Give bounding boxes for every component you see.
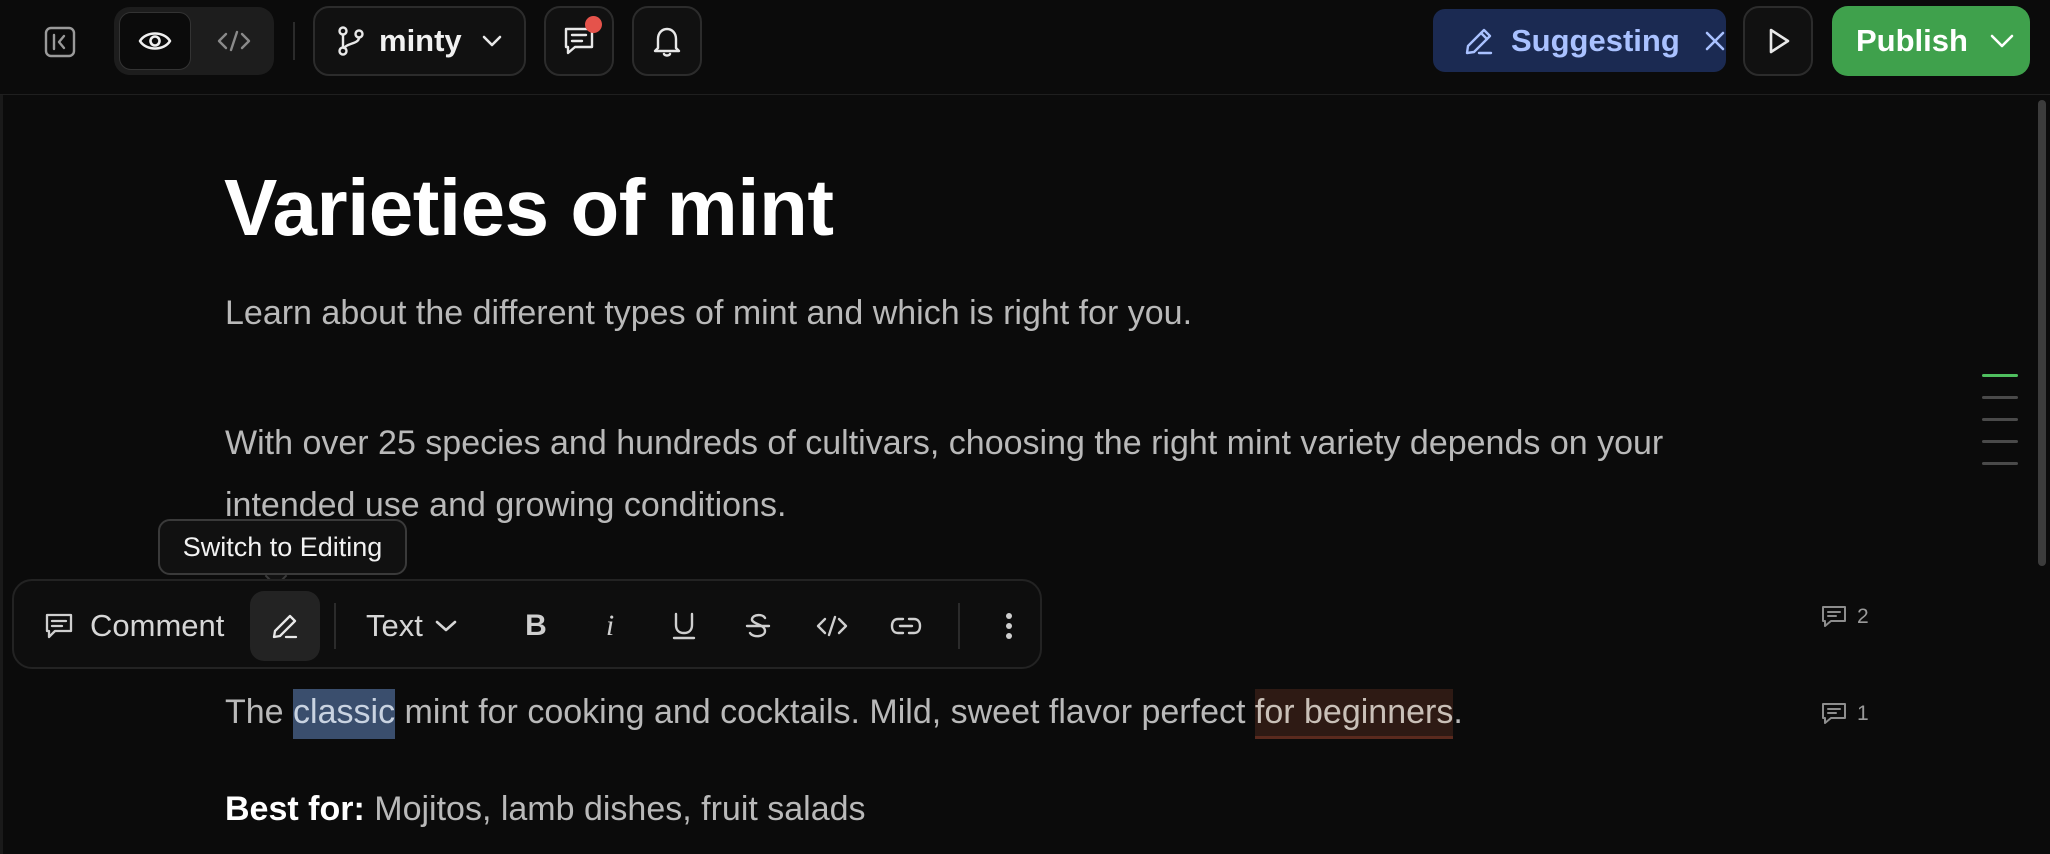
more-vertical-icon xyxy=(1005,612,1013,640)
bold-icon: B xyxy=(525,609,547,642)
comment-count: 1 xyxy=(1857,702,1869,725)
comment-count: 2 xyxy=(1857,605,1869,628)
sidebar-collapse-icon xyxy=(43,25,77,59)
best-for-value: Mojitos, lamb dishes, fruit salads xyxy=(364,790,866,828)
chevron-down-icon xyxy=(482,35,502,47)
suggesting-mode-badge[interactable]: Suggesting xyxy=(1433,9,1726,72)
publish-label: Publish xyxy=(1856,23,1968,58)
link-button[interactable] xyxy=(879,599,933,653)
toolbar-divider xyxy=(958,603,960,649)
code-icon xyxy=(217,29,251,53)
suggested-change[interactable]: for beginners xyxy=(1254,689,1454,739)
page-title[interactable]: Varieties of mint xyxy=(224,162,834,254)
chevron-down-icon[interactable] xyxy=(1990,34,2014,48)
notification-dot xyxy=(585,16,602,33)
comment-icon xyxy=(44,611,74,641)
toolbar-divider xyxy=(293,22,295,60)
suggesting-label: Suggesting xyxy=(1511,22,1680,58)
switch-to-editing-button[interactable] xyxy=(250,591,320,661)
line-comment-count[interactable]: 1 xyxy=(1821,701,1869,727)
selected-text[interactable]: classic xyxy=(293,689,396,739)
more-options-button[interactable] xyxy=(982,599,1036,653)
branch-name: minty xyxy=(379,23,462,58)
bell-icon xyxy=(652,25,682,57)
intro-paragraph[interactable]: With over 25 species and hundreds of cul… xyxy=(225,412,1785,536)
comment-label: Comment xyxy=(90,608,225,643)
description-paragraph[interactable]: The classic mint for cooking and cocktai… xyxy=(225,684,1463,740)
comments-button[interactable] xyxy=(544,6,614,76)
comment-icon xyxy=(1821,701,1847,727)
branch-selector[interactable]: minty xyxy=(313,6,526,76)
toolbar-divider xyxy=(334,603,336,649)
text-run: mint for cooking and cocktails. Mild, sw… xyxy=(395,693,1255,731)
left-edge xyxy=(0,0,3,854)
underline-button[interactable] xyxy=(657,599,711,653)
comment-button[interactable]: Comment xyxy=(44,599,224,653)
close-icon[interactable] xyxy=(1704,30,1726,52)
outline-entry[interactable] xyxy=(1982,418,2018,421)
view-mode-toggle xyxy=(114,7,274,75)
pencil-icon xyxy=(270,611,300,641)
play-icon xyxy=(1765,27,1791,55)
pencil-icon xyxy=(1463,25,1495,57)
switch-to-editing-tooltip: Switch to Editing xyxy=(158,519,407,575)
chevron-down-icon xyxy=(435,620,457,632)
link-icon xyxy=(890,615,922,637)
scrollbar-thumb[interactable] xyxy=(2038,100,2046,566)
outline-entry[interactable] xyxy=(1982,440,2018,443)
comment-icon xyxy=(1821,604,1847,630)
text-run: The xyxy=(225,693,294,731)
outline-entry[interactable] xyxy=(1982,462,2018,465)
outline-entry[interactable] xyxy=(1982,396,2018,399)
block-comment-count[interactable]: 2 xyxy=(1821,604,1869,630)
best-for-line[interactable]: Best for: Mojitos, lamb dishes, fruit sa… xyxy=(225,790,866,829)
code-icon xyxy=(816,614,848,638)
app-window: minty Suggesting Publish Varieties of mi… xyxy=(0,0,2050,854)
strikethrough-icon xyxy=(744,611,772,641)
formatting-toolbar: Comment Text B i xyxy=(12,579,1042,669)
preview-mode-button[interactable] xyxy=(119,12,191,70)
branch-icon xyxy=(337,26,365,56)
top-bar: minty Suggesting Publish xyxy=(0,0,2050,95)
notifications-button[interactable] xyxy=(632,6,702,76)
sidebar-toggle-button[interactable] xyxy=(40,22,80,62)
italic-button[interactable]: i xyxy=(583,599,637,653)
eye-icon xyxy=(138,28,172,54)
underline-icon xyxy=(671,611,697,641)
preview-play-button[interactable] xyxy=(1743,6,1813,76)
best-for-label: Best for: xyxy=(225,790,365,828)
text-style-label: Text xyxy=(366,608,423,643)
publish-button[interactable]: Publish xyxy=(1832,6,2030,76)
outline-entry[interactable] xyxy=(1982,374,2018,377)
italic-icon: i xyxy=(605,609,615,642)
inline-code-button[interactable] xyxy=(805,599,859,653)
page-subtitle[interactable]: Learn about the different types of mint … xyxy=(225,294,1192,333)
strikethrough-button[interactable] xyxy=(731,599,785,653)
code-mode-button[interactable] xyxy=(198,12,270,70)
text-style-dropdown[interactable]: Text xyxy=(366,599,457,653)
text-run: . xyxy=(1453,693,1463,731)
bold-button[interactable]: B xyxy=(509,599,563,653)
